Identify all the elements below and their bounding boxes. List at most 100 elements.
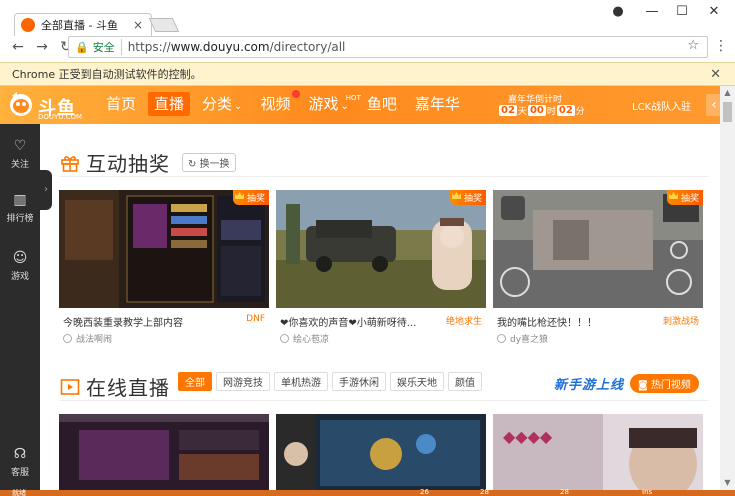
fish-logo-icon <box>10 92 32 116</box>
filter-beauty[interactable]: 颜值 <box>448 372 482 391</box>
os-taskbar: 就绪 26 28 28 Ins <box>0 488 735 496</box>
stream-card[interactable]: 抽奖 ❤你喜欢的声音❤小萌新呀待... 绝地求生 绘心苞凉 <box>276 190 486 345</box>
browser-tabstrip: 全部直播 - 斗鱼 × ● — ☐ ✕ <box>0 0 735 36</box>
svg-text:◆◆◆◆: ◆◆◆◆ <box>503 427 553 446</box>
tab-close-icon[interactable]: × <box>131 18 145 32</box>
forward-arrow-icon[interactable]: → <box>32 37 52 57</box>
stream-card[interactable]: 抽奖 我的嘴比枪还快！！！ 刺激战场 dy喜之狼 <box>493 190 703 345</box>
nav-category[interactable]: 分类 ⌄ <box>196 92 248 116</box>
left-sidebar: ♡ 关注 ▥ 排行榜 ☺ 游戏 ☊ 客服 <box>0 124 40 490</box>
live-stream-thumbnail[interactable] <box>59 414 269 490</box>
scroll-thumb[interactable] <box>723 102 732 122</box>
countdown-hours: 00 <box>527 105 546 116</box>
nav-home[interactable]: 首页 <box>100 92 142 116</box>
live-section-header: 在线直播 <box>60 372 170 401</box>
filter-online-games[interactable]: 网游竞技 <box>216 372 270 391</box>
live-filter-tabs: 全部 网游竞技 单机热游 手游休闲 娱乐天地 颜值 <box>178 372 486 391</box>
stream-category[interactable]: 刺激战场 <box>663 314 699 327</box>
stream-category[interactable]: 绝地求生 <box>446 314 482 327</box>
stream-title[interactable]: ❤你喜欢的声音❤小萌新呀待... <box>280 314 430 329</box>
sidebar-item-support[interactable]: ☊ 客服 <box>0 440 40 486</box>
sidebar-expand-icon[interactable]: › <box>40 170 52 210</box>
live-stream-thumbnail[interactable] <box>276 414 486 490</box>
live-stream-image <box>276 414 486 490</box>
new-mobile-game-banner[interactable]: 新手游上线 <box>554 374 624 393</box>
main-nav: 首页 直播 分类 ⌄ 视频 游戏 HOT ⌄ 鱼吧 嘉年华 <box>100 90 472 116</box>
sidebar-item-label: 游戏 <box>10 272 29 282</box>
taskbar-status: 就绪 <box>12 489 26 496</box>
stream-title[interactable]: 我的嘴比枪还快！！！ <box>497 314 647 329</box>
live-stream-thumbnail[interactable]: ◆◆◆◆ <box>493 414 703 490</box>
scroll-down-icon[interactable]: ▼ <box>720 476 735 490</box>
scroll-up-icon[interactable]: ▲ <box>720 86 735 100</box>
divider <box>60 400 708 401</box>
taskbar-item: 28 <box>560 488 569 496</box>
nav-fishbar[interactable]: 鱼吧 <box>361 92 403 116</box>
lock-icon: 🔒 <box>75 40 89 54</box>
countdown-hour-unit: 时 <box>546 107 556 117</box>
nav-carnival[interactable]: 嘉年华 <box>409 92 466 116</box>
taskbar-item: 26 <box>420 488 429 496</box>
lottery-badge: 抽奖 <box>232 190 269 205</box>
nav-games-label: 游戏 <box>308 95 339 113</box>
crown-icon <box>451 192 461 199</box>
refresh-button[interactable]: ↻ 换一换 <box>182 153 236 172</box>
lck-banner-text[interactable]: LCK战队入驻 <box>632 98 691 113</box>
stream-user[interactable]: dy喜之狼 <box>497 332 548 345</box>
browser-tab[interactable]: 全部直播 - 斗鱼 × <box>14 13 152 36</box>
nav-games[interactable]: 游戏 HOT ⌄ <box>302 92 360 116</box>
lottery-badge-label: 抽奖 <box>246 194 265 204</box>
infobar-text: Chrome 正受到自动测试软件的控制。 <box>12 68 202 81</box>
douyu-logo[interactable]: 斗鱼 DOUYU.COM <box>8 90 82 121</box>
minimize-button[interactable]: — <box>638 3 666 21</box>
hot-video-button[interactable]: ◙ 热门视频 <box>630 374 699 393</box>
bookmark-star-icon[interactable]: ☆ <box>687 38 699 53</box>
countdown-day-unit: 天 <box>517 107 527 117</box>
filter-single-player[interactable]: 单机热游 <box>274 372 328 391</box>
douyu-favicon-icon <box>21 18 35 32</box>
secure-label: 安全 <box>93 39 122 55</box>
stream-thumbnail[interactable]: 抽奖 <box>493 190 703 308</box>
profile-icon[interactable]: ● <box>604 3 632 21</box>
address-bar[interactable]: 🔒 安全 https://www.douyu.com/directory/all… <box>68 36 708 58</box>
crown-icon <box>668 192 678 199</box>
infobar-close-icon[interactable]: ✕ <box>710 67 721 82</box>
maximize-button[interactable]: ☐ <box>668 3 696 21</box>
pubg-game-thumbnail <box>276 190 486 308</box>
new-tab-button[interactable] <box>148 18 180 32</box>
page-scrollbar[interactable]: ▲ ▼ <box>720 86 735 490</box>
gift-icon <box>61 155 79 172</box>
nav-video[interactable]: 视频 <box>254 90 301 116</box>
headset-icon: ☊ <box>13 446 27 462</box>
live-stream-image: ◆◆◆◆ <box>493 414 703 490</box>
sidebar-item-label: 排行榜 <box>6 214 34 224</box>
user-icon <box>280 334 289 343</box>
stream-thumbnail[interactable]: 抽奖 <box>276 190 486 308</box>
user-icon <box>63 334 72 343</box>
url-text: https://www.douyu.com/directory/all <box>127 40 346 54</box>
countdown-minute-unit: 分 <box>575 107 585 117</box>
back-arrow-icon[interactable]: ← <box>8 37 28 57</box>
sidebar-item-follow[interactable]: ♡ 关注 <box>0 132 40 178</box>
camera-icon: ◙ <box>638 380 651 391</box>
sidebar-item-games[interactable]: ☺ 游戏 <box>0 244 40 290</box>
filter-entertainment[interactable]: 娱乐天地 <box>390 372 444 391</box>
stream-user[interactable]: 绘心苞凉 <box>280 332 329 345</box>
stream-title[interactable]: 今晚西装重录教学上部内容 <box>63 314 213 329</box>
filter-mobile-games[interactable]: 手游休闲 <box>332 372 386 391</box>
stream-category[interactable]: DNF <box>246 314 265 324</box>
hot-badge: HOT <box>345 94 361 102</box>
stream-card[interactable]: 抽奖 今晚西装重录教学上部内容 DNF 战法啊闹 <box>59 190 269 345</box>
hot-video-label: 热门视频 <box>650 380 691 391</box>
filter-all[interactable]: 全部 <box>178 372 212 391</box>
nav-live[interactable]: 直播 <box>148 92 191 116</box>
sidebar-item-ranking[interactable]: ▥ 排行榜 <box>0 186 40 232</box>
stream-user[interactable]: 战法啊闹 <box>63 332 112 345</box>
browser-menu-icon[interactable]: ⋮ <box>714 38 728 54</box>
window-close-button[interactable]: ✕ <box>700 3 728 21</box>
stream-thumbnail[interactable]: 抽奖 <box>59 190 269 308</box>
sidebar-item-label: 关注 <box>10 160 29 170</box>
user-icon <box>497 334 506 343</box>
taskbar-ins: Ins <box>642 488 653 496</box>
gamepad-icon: ☺ <box>12 250 28 266</box>
